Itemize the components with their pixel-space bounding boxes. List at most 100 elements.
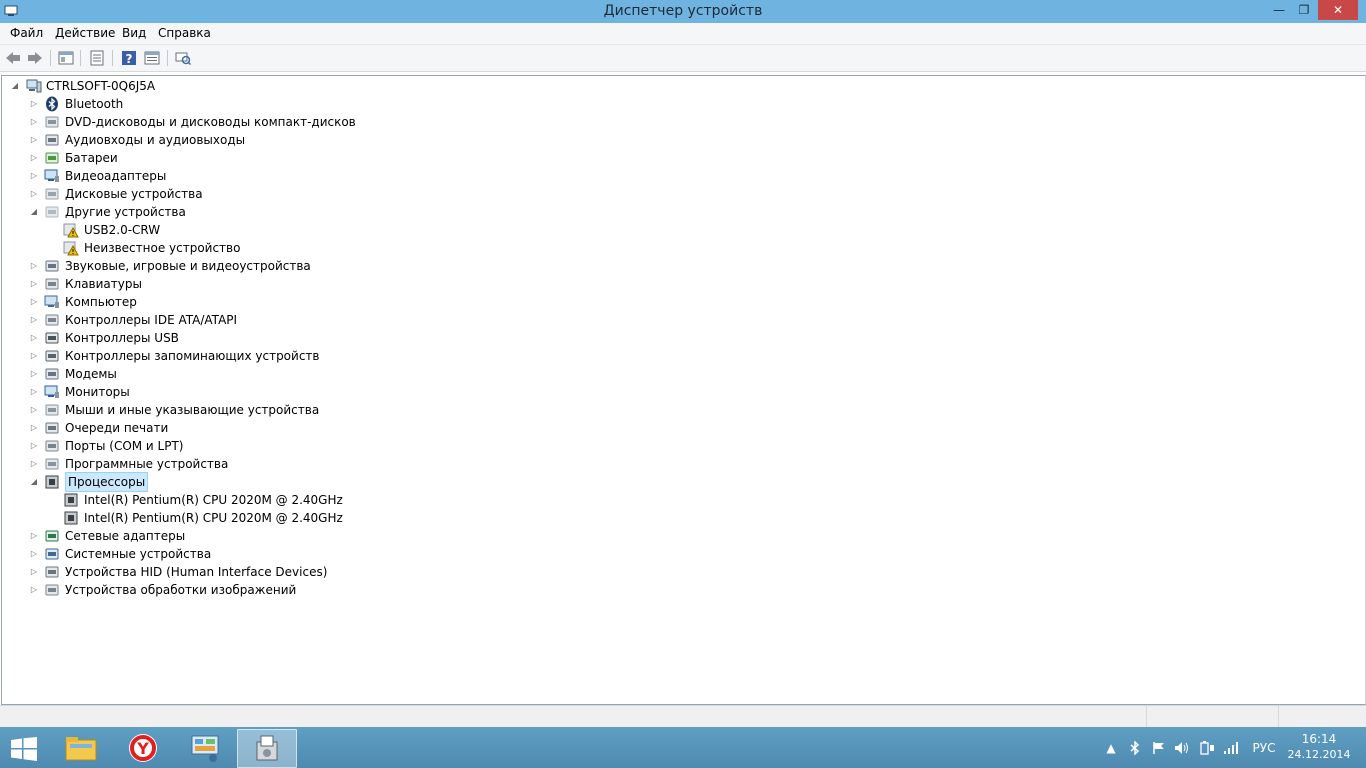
device-manager-icon — [256, 735, 278, 760]
tree-item[interactable]: ▷ Порты (COM и LPT) — [2, 437, 502, 455]
back-icon[interactable] — [4, 49, 22, 67]
usb-icon — [45, 332, 59, 344]
input-language[interactable]: РУС — [1248, 739, 1280, 757]
expander-collapsed-icon[interactable]: ▷ — [29, 455, 39, 473]
tree-item[interactable]: ▷ Очереди печати — [2, 419, 502, 437]
maximize-button[interactable]: ❐ — [1291, 0, 1317, 20]
tree-item[interactable]: ▷ Клавиатуры — [2, 275, 502, 293]
expander-collapsed-icon[interactable]: ▷ — [29, 95, 39, 113]
clock[interactable]: 16:14 24.12.2014 — [1284, 731, 1354, 763]
expander-collapsed-icon[interactable]: ▷ — [29, 149, 39, 167]
imaging-device-icon — [45, 584, 59, 596]
expander-collapsed-icon[interactable]: ▷ — [29, 311, 39, 329]
expander-collapsed-icon[interactable]: ▷ — [29, 113, 39, 131]
show-hide-icon[interactable] — [88, 49, 106, 67]
tree-root[interactable]: ◢ CTRLSOFT-0Q6J5A — [2, 77, 402, 95]
expander-collapsed-icon[interactable]: ▷ — [29, 257, 39, 275]
taskbar-file-explorer[interactable] — [52, 729, 110, 766]
tree-item[interactable]: ▷ Мыши и иные указывающие устройства — [2, 401, 502, 419]
keyboard-icon — [45, 278, 59, 290]
expander-collapsed-icon[interactable]: ▷ — [29, 329, 39, 347]
expander-collapsed-icon[interactable]: ▷ — [29, 275, 39, 293]
battery-icon — [45, 152, 59, 164]
tree-item[interactable]: ▷ Контроллеры USB — [2, 329, 502, 347]
toolbar-separator — [80, 50, 81, 66]
taskbar-device-manager[interactable] — [237, 729, 297, 768]
tree-item[interactable]: ▷ Компьютер — [2, 293, 502, 311]
volume-icon[interactable] — [1174, 739, 1190, 757]
menu-help[interactable]: Справка — [158, 26, 211, 40]
tree-item[interactable]: ▷ Дисковые устройства — [2, 185, 502, 203]
menu-action[interactable]: Действие — [55, 26, 115, 40]
tree-item-label: Порты (COM и LPT) — [65, 439, 184, 453]
expander-expanded-icon[interactable]: ◢ — [29, 473, 39, 491]
tree-item[interactable]: ▷ Устройства обработки изображений — [2, 581, 502, 599]
action-center-flag-icon[interactable] — [1151, 739, 1167, 757]
expander-collapsed-icon[interactable]: ▷ — [29, 419, 39, 437]
device-tree[interactable]: ◢ CTRLSOFT-0Q6J5A ▷ Bluetooth ▷ DVD-дисково… — [1, 75, 1366, 705]
tree-item-label: Дисковые устройства — [65, 187, 203, 201]
expander-collapsed-icon[interactable]: ▷ — [29, 581, 39, 599]
scan-hardware-icon[interactable] — [174, 49, 192, 67]
power-icon[interactable] — [1198, 739, 1216, 757]
tree-item[interactable]: ▷ DVD-дисководы и дисководы компакт-диско… — [2, 113, 502, 131]
menu-view[interactable]: Вид — [122, 26, 146, 40]
tree-item-label: Сетевые адаптеры — [65, 529, 186, 543]
expander-collapsed-icon[interactable]: ▷ — [29, 563, 39, 581]
expander-collapsed-icon[interactable]: ▷ — [29, 545, 39, 563]
bluetooth-tray-icon[interactable] — [1127, 739, 1143, 757]
tree-item[interactable]: ▷ Аудиовходы и аудиовыходы — [2, 131, 502, 149]
tree-item[interactable]: ▷ Системные устройства — [2, 545, 502, 563]
expander-collapsed-icon[interactable]: ▷ — [29, 293, 39, 311]
expander-collapsed-icon[interactable]: ▷ — [29, 437, 39, 455]
expander-collapsed-icon[interactable]: ▷ — [29, 347, 39, 365]
expander-expanded-icon[interactable]: ◢ — [10, 77, 20, 95]
expander-collapsed-icon[interactable]: ▷ — [29, 131, 39, 149]
tree-item[interactable]: ▷ Мониторы — [2, 383, 502, 401]
action-icon[interactable] — [143, 49, 161, 67]
tree-item[interactable]: ▷ Программные устройства — [2, 455, 502, 473]
tree-item[interactable]: ▷ Контроллеры запоминающих устройств — [2, 347, 502, 365]
tree-item[interactable]: Intel(R) Pentium(R) CPU 2020M @ 2.40GHz — [2, 509, 502, 527]
tree-item[interactable]: USB2.0-CRW — [2, 221, 502, 239]
tree-item[interactable]: ▷ Контроллеры IDE ATA/ATAPI — [2, 311, 502, 329]
show-hidden-icons-icon[interactable]: ▲ — [1104, 739, 1118, 757]
tree-item[interactable]: ◢ Другие устройства — [2, 203, 502, 221]
network-adapter-icon — [45, 530, 59, 542]
display-adapter-icon — [44, 169, 59, 182]
start-windows-icon[interactable] — [10, 737, 38, 761]
tree-item[interactable]: ▷ Звуковые, игровые и видеоустройства — [2, 257, 502, 275]
tree-item[interactable]: ▷ Батареи — [2, 149, 502, 167]
clock-date: 24.12.2014 — [1287, 748, 1351, 761]
tree-item[interactable]: Intel(R) Pentium(R) CPU 2020M @ 2.40GHz — [2, 491, 502, 509]
tree-item[interactable]: ◢ Процессоры — [2, 472, 502, 492]
expander-collapsed-icon[interactable]: ▷ — [29, 527, 39, 545]
close-button[interactable]: ✕ — [1318, 0, 1358, 20]
file-explorer-icon — [65, 736, 97, 760]
unknown-device-icon — [45, 206, 59, 218]
taskbar-yandex-browser[interactable]: Y — [114, 729, 172, 766]
tree-item[interactable]: ▷ Модемы — [2, 365, 502, 383]
tree-item[interactable]: ▷ Сетевые адаптеры — [2, 527, 502, 545]
minimize-button[interactable]: — — [1266, 0, 1292, 20]
properties-icon[interactable] — [57, 49, 75, 67]
disk-drive-icon — [45, 188, 59, 200]
expander-collapsed-icon[interactable]: ▷ — [29, 383, 39, 401]
help-icon[interactable]: ? — [120, 49, 138, 67]
tree-item[interactable]: ▷ Bluetooth — [2, 95, 502, 113]
tree-item[interactable]: Неизвестное устройство — [2, 239, 502, 257]
hid-icon — [45, 566, 59, 578]
expander-expanded-icon[interactable]: ◢ — [29, 203, 39, 221]
tree-item[interactable]: ▷ Устройства HID (Human Interface Devices… — [2, 563, 502, 581]
tree-item[interactable]: ▷ Видеоадаптеры — [2, 167, 502, 185]
expander-collapsed-icon[interactable]: ▷ — [29, 185, 39, 203]
menu-file[interactable]: Файл — [10, 26, 43, 40]
taskbar-control-panel[interactable] — [176, 729, 234, 766]
tree-item-label: Мыши и иные указывающие устройства — [65, 403, 320, 417]
expander-collapsed-icon[interactable]: ▷ — [29, 401, 39, 419]
expander-collapsed-icon[interactable]: ▷ — [29, 365, 39, 383]
network-signal-icon[interactable] — [1222, 739, 1240, 757]
processor-icon — [45, 475, 59, 489]
expander-collapsed-icon[interactable]: ▷ — [29, 167, 39, 185]
forward-icon[interactable] — [26, 49, 44, 67]
